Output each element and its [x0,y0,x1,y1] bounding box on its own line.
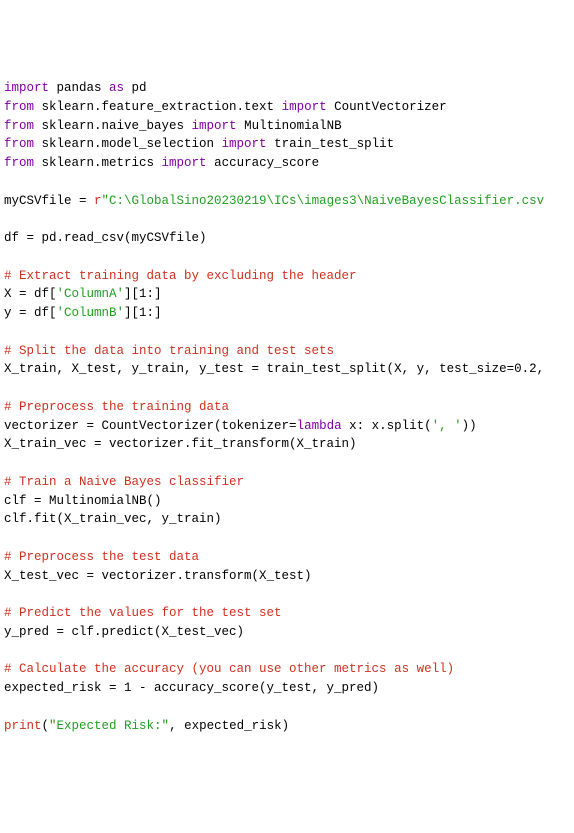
code-token-plain: y = df[ [4,306,57,320]
code-line: from sklearn.metrics import accuracy_sco… [4,154,570,173]
code-token-comment: # Train a Naive Bayes classifier [4,475,244,489]
code-token-comment: # Split the data into training and test … [4,344,334,358]
code-token-plain: X = df[ [4,287,57,301]
code-token-plain: myCSVfile = [4,194,94,208]
code-line [4,585,570,604]
code-line: X = df['ColumnA'][1:] [4,285,570,304]
code-line: # Calculate the accuracy (you can use ot… [4,660,570,679]
code-token-builtin: print [4,719,42,733]
code-token-kw-from: from [4,100,34,114]
code-token-plain [4,644,12,658]
code-token-plain [4,456,12,470]
code-line: # Extract training data by excluding the… [4,267,570,286]
code-line: y = df['ColumnB'][1:] [4,304,570,323]
code-line: y_pred = clf.predict(X_test_vec) [4,623,570,642]
code-token-kw-from: from [4,137,34,151]
code-token-plain: y_pred = clf.predict(X_test_vec) [4,625,244,639]
code-token-plain [4,175,12,189]
code-token-plain: pandas [49,81,109,95]
code-token-plain: MultinomialNB [237,119,342,133]
code-line: X_train_vec = vectorizer.fit_transform(X… [4,435,570,454]
code-token-plain: sklearn.metrics [34,156,162,170]
code-line [4,173,570,192]
code-token-plain: ][1:] [124,306,162,320]
code-token-string: 'ColumnA' [57,287,125,301]
code-token-plain: X_train, X_test, y_train, y_test = train… [4,362,544,376]
code-token-plain: df = pd.read_csv(myCSVfile) [4,231,207,245]
code-token-string: 'ColumnB' [57,306,125,320]
code-token-plain: ( [42,719,50,733]
code-token-kw-import: import [162,156,207,170]
code-line: import pandas as pd [4,79,570,98]
code-token-comment: # Predict the values for the test set [4,606,282,620]
code-token-plain: CountVectorizer [327,100,447,114]
code-token-plain: , expected_risk) [169,719,289,733]
code-line: # Predict the values for the test set [4,604,570,623]
code-token-plain [4,381,12,395]
code-line: df = pd.read_csv(myCSVfile) [4,229,570,248]
code-line: vectorizer = CountVectorizer(tokenizer=l… [4,417,570,436]
code-token-comment: # Preprocess the test data [4,550,199,564]
code-token-string: ', ' [432,419,462,433]
code-token-kw-import: import [4,81,49,95]
code-line: myCSVfile = r"C:\GlobalSino20230219\ICs\… [4,192,570,211]
code-token-kw-from: from [4,156,34,170]
code-token-plain [4,700,12,714]
code-token-string: "Expected Risk:" [49,719,169,733]
code-line: # Train a Naive Bayes classifier [4,473,570,492]
code-token-plain: sklearn.feature_extraction.text [34,100,282,114]
code-token-comment: # Extract training data by excluding the… [4,269,357,283]
code-token-comment: # Calculate the accuracy (you can use ot… [4,662,454,676]
code-token-string-raw-prefix: r [94,194,102,208]
code-token-plain: clf = MultinomialNB() [4,494,162,508]
code-token-plain [4,325,12,339]
code-token-plain [4,587,12,601]
code-token-kw-from: from [4,119,34,133]
code-token-kw-import: as [109,81,124,95]
code-line: clf.fit(X_train_vec, y_train) [4,510,570,529]
code-token-comment: # Preprocess the training data [4,400,229,414]
code-line: from sklearn.feature_extraction.text imp… [4,98,570,117]
code-token-plain: accuracy_score [207,156,320,170]
code-line [4,248,570,267]
code-line: # Preprocess the test data [4,548,570,567]
code-token-plain: train_test_split [267,137,395,151]
code-token-plain: sklearn.model_selection [34,137,222,151]
code-line: X_train, X_test, y_train, y_test = train… [4,360,570,379]
code-line: # Preprocess the training data [4,398,570,417]
code-token-plain [4,212,12,226]
code-line: from sklearn.model_selection import trai… [4,135,570,154]
code-token-plain: X_train_vec = vectorizer.fit_transform(X… [4,437,357,451]
code-token-plain: pd [124,81,147,95]
code-line: clf = MultinomialNB() [4,492,570,511]
code-token-plain [4,250,12,264]
code-token-kw-lambda: lambda [297,419,342,433]
code-token-plain: sklearn.naive_bayes [34,119,192,133]
code-token-plain: expected_risk = 1 - accuracy_score(y_tes… [4,681,379,695]
code-token-plain: )) [462,419,477,433]
code-token-plain: clf.fit(X_train_vec, y_train) [4,512,222,526]
code-token-plain: x: x.split( [342,419,432,433]
code-token-string: "C:\GlobalSino20230219\ICs\images3\Naive… [102,194,545,208]
code-line: print("Expected Risk:", expected_risk) [4,717,570,736]
code-token-plain [4,531,12,545]
code-line: # Split the data into training and test … [4,342,570,361]
code-line [4,323,570,342]
code-line [4,379,570,398]
code-line: expected_risk = 1 - accuracy_score(y_tes… [4,679,570,698]
code-token-kw-import: import [192,119,237,133]
code-token-plain: X_test_vec = vectorizer.transform(X_test… [4,569,312,583]
code-line [4,698,570,717]
code-line: X_test_vec = vectorizer.transform(X_test… [4,567,570,586]
code-token-kw-import: import [222,137,267,151]
code-line [4,210,570,229]
code-line [4,642,570,661]
code-token-plain: ][1:] [124,287,162,301]
code-token-plain: vectorizer = CountVectorizer(tokenizer= [4,419,297,433]
code-line [4,454,570,473]
code-editor: import pandas as pdfrom sklearn.feature_… [4,79,570,735]
code-line: from sklearn.naive_bayes import Multinom… [4,117,570,136]
code-line [4,529,570,548]
code-token-kw-import: import [282,100,327,114]
